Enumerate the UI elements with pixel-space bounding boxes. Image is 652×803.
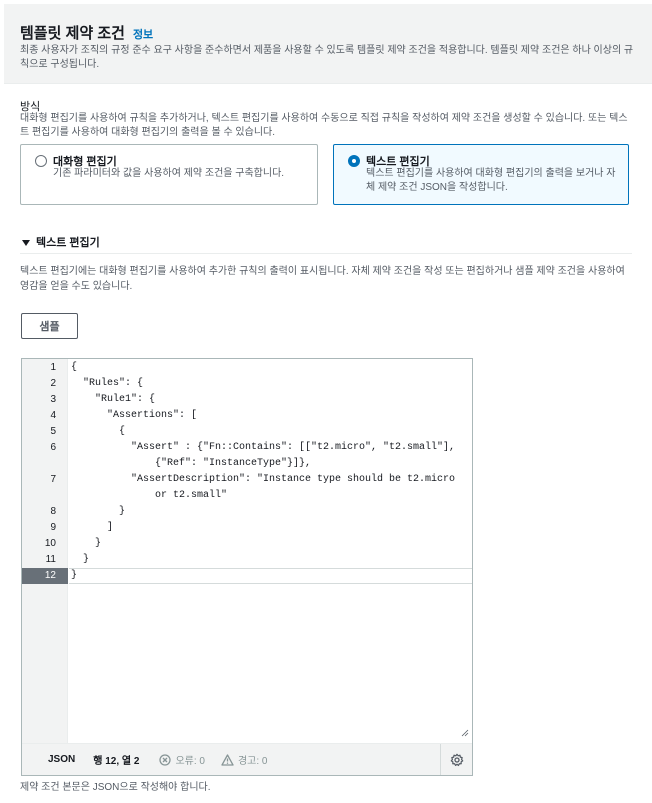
active-line-highlight bbox=[69, 568, 472, 584]
page-title: 템플릿 제약 조건 bbox=[20, 25, 125, 42]
line-number: 6 bbox=[50, 442, 56, 453]
option-text-editor[interactable]: 텍스트 편집기 텍스트 편집기를 사용하여 대화형 편집기의 출력을 보거나 자… bbox=[333, 144, 629, 205]
line-number bbox=[22, 456, 56, 472]
radio-interactive-editor[interactable] bbox=[35, 155, 47, 167]
errors-count: 오류: 0 bbox=[175, 756, 205, 767]
caret-down-icon bbox=[22, 239, 30, 246]
line-number: 3 bbox=[50, 394, 56, 405]
code-line: "Assert" : {"Fn::Contains": [["t2.micro"… bbox=[71, 442, 456, 453]
warning-icon bbox=[221, 753, 234, 766]
warnings-count: 경고: 0 bbox=[237, 756, 268, 767]
line-number: 4 bbox=[50, 410, 56, 421]
option-description: 기존 파라미터와 값을 사용하여 제약 조건을 구축합니다. bbox=[53, 168, 285, 179]
line-number: 12 bbox=[22, 568, 68, 584]
option-interactive-editor[interactable]: 대화형 편집기 기존 파라미터와 값을 사용하여 제약 조건을 구축합니다. bbox=[20, 144, 318, 205]
text-editor-expand-toggle[interactable]: 텍스트 편집기 bbox=[22, 234, 100, 250]
code-line: or t2.small" bbox=[71, 490, 228, 501]
code-line: { bbox=[71, 426, 126, 437]
gear-icon bbox=[450, 753, 463, 767]
errors-indicator[interactable]: 오류: 0 bbox=[159, 752, 205, 767]
code-line: {"Ref": "InstanceType"}]}, bbox=[71, 458, 312, 469]
code-line: "Assertions": [ bbox=[71, 410, 198, 421]
line-number: 7 bbox=[50, 474, 56, 485]
editor-status-bar: JSON 행 12, 열 2 오류: 0 경고: 0 bbox=[22, 743, 472, 775]
code-line: } bbox=[71, 538, 102, 549]
line-number: 8 bbox=[50, 506, 56, 517]
line-number: 1 bbox=[50, 362, 56, 373]
editor-settings-button[interactable] bbox=[440, 744, 472, 775]
info-link[interactable]: 정보 bbox=[133, 26, 153, 42]
line-number bbox=[22, 488, 56, 504]
header-description: 최종 사용자가 조직의 규정 준수 요구 사항을 준수하면서 제품을 사용할 수… bbox=[20, 45, 634, 70]
method-description: 대화형 편집기를 사용하여 규칙을 추가하거나, 텍스트 편집기를 사용하여 수… bbox=[20, 113, 628, 138]
title-row: 템플릿 제약 조건 정보 bbox=[20, 22, 153, 43]
section-description: 텍스트 편집기에는 대화형 편집기를 사용하여 추가한 규칙의 출력이 표시됩니… bbox=[20, 266, 625, 292]
line-number-gutter: 1 2 3 4 5 6 7 8 9 10 11 12 bbox=[22, 359, 68, 743]
code-line: } bbox=[71, 506, 126, 517]
error-icon bbox=[159, 753, 172, 766]
cursor-position: 행 12, 열 2 bbox=[93, 756, 140, 767]
line-number: 10 bbox=[44, 538, 56, 549]
code-line: "AssertDescription": "Instance type shou… bbox=[71, 474, 456, 485]
line-number: 5 bbox=[50, 426, 56, 437]
line-number: 9 bbox=[50, 522, 56, 533]
line-number: 11 bbox=[45, 554, 56, 565]
code-line: ] bbox=[71, 522, 114, 533]
code-text-area[interactable]: { "Rules": { "Rule1": { "Assertions": [ … bbox=[69, 359, 472, 743]
warnings-indicator[interactable]: 경고: 0 bbox=[221, 752, 268, 767]
code-editor[interactable]: 1 2 3 4 5 6 7 8 9 10 11 12 { "Rules": { "Rule1": { … bbox=[21, 358, 473, 776]
sample-button[interactable]: 샘플 bbox=[21, 313, 78, 339]
code-line: { bbox=[71, 362, 78, 373]
divider bbox=[20, 253, 632, 254]
code-line: } bbox=[71, 554, 90, 565]
resize-grip-icon[interactable] bbox=[461, 729, 469, 737]
option-description: 텍스트 편집기를 사용하여 대화형 편집기의 출력을 보거나 자체 제약 조건 … bbox=[366, 168, 616, 193]
code-line: "Rules": { bbox=[71, 378, 144, 389]
radio-text-editor[interactable] bbox=[348, 155, 360, 167]
code-line: } bbox=[71, 570, 78, 581]
code-line: "Rule1": { bbox=[71, 394, 156, 405]
footer-note: 제약 조건 본문은 JSON으로 작성해야 합니다. bbox=[20, 782, 211, 793]
section-title: 텍스트 편집기 bbox=[36, 237, 100, 249]
language-indicator: JSON bbox=[48, 754, 76, 765]
header-panel: 템플릿 제약 조건 정보 최종 사용자가 조직의 규정 준수 요구 사항을 준수… bbox=[4, 4, 652, 84]
line-number: 2 bbox=[50, 378, 56, 389]
